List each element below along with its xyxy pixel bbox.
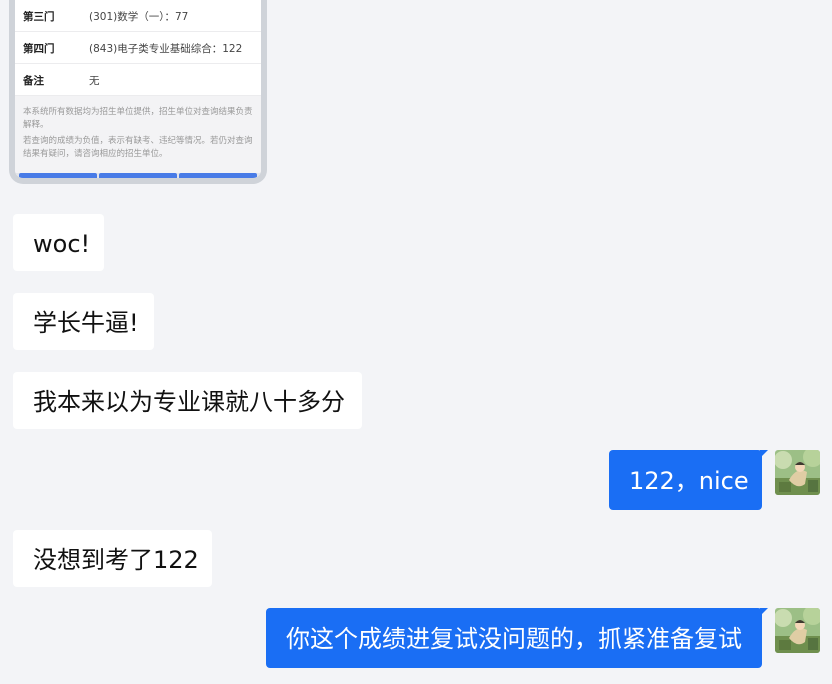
score-row-key: 第三门	[23, 11, 55, 23]
disclaimer-notes: 本系统所有数据均为招生单位提供，招生单位对查询结果负责解释。 若查询的成绩为负值…	[23, 106, 255, 164]
score-row-subject-3: 第三门 (301)数学（一）：77	[15, 0, 261, 32]
user-avatar[interactable]	[775, 608, 820, 653]
incoming-message-bubble[interactable]: 我本来以为专业课就八十多分	[13, 372, 362, 429]
outgoing-message-bubble[interactable]: 你这个成绩进复试没问题的，抓紧准备复试	[266, 608, 768, 668]
disclaimer-note: 本系统所有数据均为招生单位提供，招生单位对查询结果负责解释。	[23, 107, 253, 130]
score-row-value: (843)电子类专业基础综合：122	[89, 43, 243, 55]
score-row-remarks: 备注 无	[15, 64, 261, 96]
score-row-key: 第四门	[23, 43, 55, 55]
score-row-subject-4: 第四门 (843)电子类专业基础综合：122	[15, 32, 261, 64]
message-text: 我本来以为专业课就八十多分	[33, 388, 345, 416]
disclaimer-note: 若查询的成绩为负值，表示有缺考、违纪等情况。若仍对查询结果有疑问，请咨询相应的招…	[23, 136, 253, 159]
incoming-message-bubble[interactable]: 没想到考了122	[13, 530, 212, 587]
score-screenshot-image[interactable]: 第三门 (301)数学（一）：77 第四门 (843)电子类专业基础综合：122…	[9, 0, 267, 184]
screenshot-bottom-tabbar	[15, 173, 261, 178]
message-text: 你这个成绩进复试没问题的，抓紧准备复试	[286, 625, 742, 653]
score-row-value: 无	[89, 75, 100, 87]
incoming-message-bubble[interactable]: woc!	[13, 214, 104, 271]
message-text: 没想到考了122	[33, 546, 199, 574]
message-text: 学长牛逼!	[33, 309, 139, 337]
score-row-key: 备注	[23, 75, 44, 87]
message-text: 122，nice	[629, 467, 749, 495]
score-row-value: (301)数学（一）：77	[89, 11, 189, 23]
screenshot-content: 第三门 (301)数学（一）：77 第四门 (843)电子类专业基础综合：122…	[15, 0, 261, 178]
avatar-illustration-icon	[775, 450, 820, 495]
avatar-illustration-icon	[775, 608, 820, 653]
message-text: woc!	[33, 230, 91, 258]
incoming-message-bubble[interactable]: 学长牛逼!	[13, 293, 154, 350]
outgoing-message-bubble[interactable]: 122，nice	[609, 450, 768, 510]
user-avatar[interactable]	[775, 450, 820, 495]
